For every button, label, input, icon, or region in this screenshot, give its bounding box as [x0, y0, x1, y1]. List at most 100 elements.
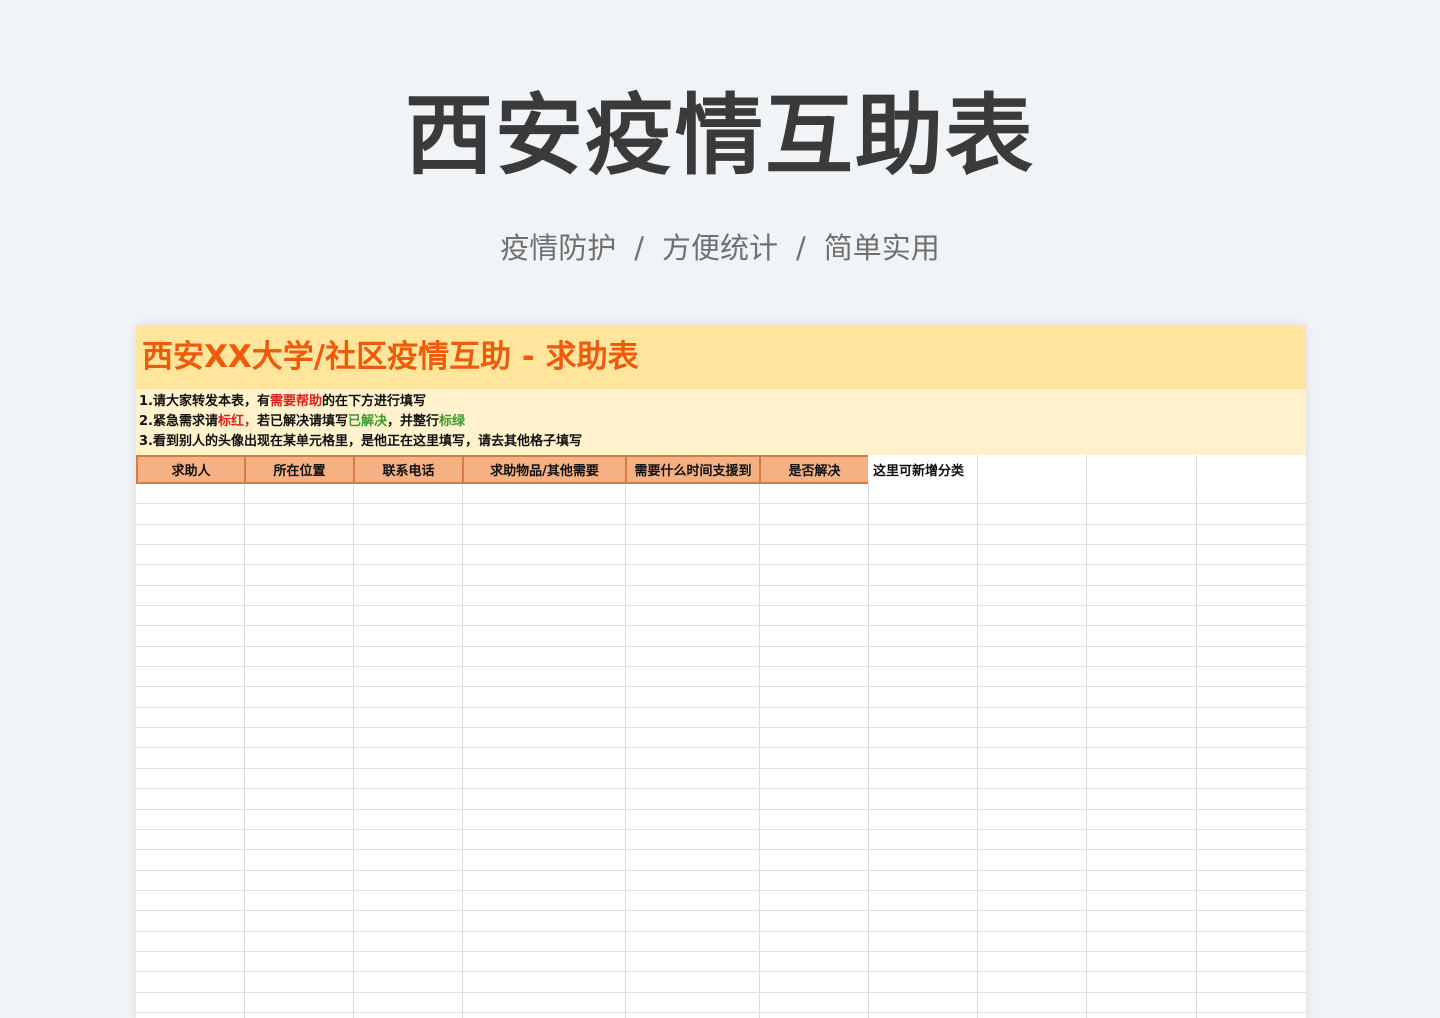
grid-cell[interactable]	[978, 606, 1087, 625]
grid-cell[interactable]	[1087, 667, 1197, 686]
grid-cell[interactable]	[136, 850, 245, 869]
grid-cell[interactable]	[1087, 911, 1197, 930]
grid-cell[interactable]	[869, 586, 978, 605]
grid-cell[interactable]	[1197, 647, 1306, 666]
grid-cell[interactable]	[978, 911, 1087, 930]
grid-cell[interactable]	[869, 687, 978, 706]
grid-cell[interactable]	[1197, 972, 1306, 991]
grid-cell[interactable]	[136, 871, 245, 890]
grid-cell[interactable]	[1087, 545, 1197, 564]
grid-cell[interactable]	[978, 728, 1087, 747]
grid-cell[interactable]	[354, 952, 463, 971]
grid-cell[interactable]	[760, 586, 869, 605]
grid-cell[interactable]	[245, 728, 354, 747]
grid-cell[interactable]	[1197, 748, 1306, 767]
grid-cell[interactable]	[1197, 830, 1306, 849]
grid-cell[interactable]	[245, 891, 354, 910]
grid-cell[interactable]	[354, 871, 463, 890]
grid-cell[interactable]	[136, 830, 245, 849]
grid-cell[interactable]	[1087, 769, 1197, 788]
grid-cell[interactable]	[760, 830, 869, 849]
grid-cell[interactable]	[760, 911, 869, 930]
grid-cell[interactable]	[760, 687, 869, 706]
grid-cell[interactable]	[1197, 667, 1306, 686]
grid-cell[interactable]	[136, 606, 245, 625]
grid-cell[interactable]	[869, 484, 978, 503]
grid-cell[interactable]	[626, 626, 760, 645]
grid-cell[interactable]	[626, 769, 760, 788]
grid-cell[interactable]	[1087, 972, 1197, 991]
grid-cell[interactable]	[760, 545, 869, 564]
grid-cell[interactable]	[869, 972, 978, 991]
grid-cell[interactable]	[626, 871, 760, 890]
grid-cell[interactable]	[978, 1013, 1087, 1018]
header-empty-cell[interactable]	[1087, 455, 1197, 484]
grid-cell[interactable]	[626, 810, 760, 829]
grid-cell[interactable]	[354, 504, 463, 523]
grid-cell[interactable]	[626, 972, 760, 991]
grid-cell[interactable]	[245, 850, 354, 869]
grid-cell[interactable]	[869, 708, 978, 727]
grid-cell[interactable]	[869, 789, 978, 808]
grid-cell[interactable]	[978, 810, 1087, 829]
grid-cell[interactable]	[354, 850, 463, 869]
grid-cell[interactable]	[463, 891, 626, 910]
grid-cell[interactable]	[354, 647, 463, 666]
grid-cell[interactable]	[869, 565, 978, 584]
grid-cell[interactable]	[354, 606, 463, 625]
grid-cell[interactable]	[463, 606, 626, 625]
grid-cell[interactable]	[463, 1013, 626, 1018]
grid-cell[interactable]	[463, 972, 626, 991]
grid-cell[interactable]	[1087, 871, 1197, 890]
grid-cell[interactable]	[1087, 728, 1197, 747]
grid-cell[interactable]	[1197, 769, 1306, 788]
grid-cell[interactable]	[978, 952, 1087, 971]
grid-cell[interactable]	[978, 626, 1087, 645]
grid-cell[interactable]	[978, 769, 1087, 788]
grid-cell[interactable]	[869, 891, 978, 910]
grid-cell[interactable]	[760, 993, 869, 1012]
grid-cell[interactable]	[463, 932, 626, 951]
grid-cell[interactable]	[463, 993, 626, 1012]
grid-cell[interactable]	[978, 545, 1087, 564]
grid-cell[interactable]	[463, 769, 626, 788]
header-empty-cell[interactable]	[1197, 455, 1306, 484]
grid-cell[interactable]	[463, 871, 626, 890]
grid-cell[interactable]	[245, 504, 354, 523]
grid-cell[interactable]	[760, 484, 869, 503]
grid-cell[interactable]	[1197, 932, 1306, 951]
grid-cell[interactable]	[978, 993, 1087, 1012]
grid-cell[interactable]	[136, 952, 245, 971]
grid-cell[interactable]	[760, 565, 869, 584]
grid-cell[interactable]	[463, 626, 626, 645]
grid-cell[interactable]	[1197, 565, 1306, 584]
grid-cell[interactable]	[136, 993, 245, 1012]
grid-cell[interactable]	[136, 626, 245, 645]
grid-cell[interactable]	[245, 810, 354, 829]
grid-cell[interactable]	[869, 769, 978, 788]
grid-cell[interactable]	[1087, 626, 1197, 645]
grid-cell[interactable]	[354, 830, 463, 849]
grid-cell[interactable]	[136, 525, 245, 544]
grid-cell[interactable]	[869, 932, 978, 951]
grid-cell[interactable]	[245, 748, 354, 767]
header-phone[interactable]: 联系电话	[353, 455, 464, 484]
grid-cell[interactable]	[354, 687, 463, 706]
grid-cell[interactable]	[136, 748, 245, 767]
grid-cell[interactable]	[136, 911, 245, 930]
header-location[interactable]: 所在位置	[244, 455, 355, 484]
grid-cell[interactable]	[978, 667, 1087, 686]
grid-cell[interactable]	[354, 586, 463, 605]
grid-cell[interactable]	[1087, 993, 1197, 1012]
grid-cell[interactable]	[760, 606, 869, 625]
grid-cell[interactable]	[869, 667, 978, 686]
grid-cell[interactable]	[978, 687, 1087, 706]
grid-cell[interactable]	[1087, 484, 1197, 503]
grid-cell[interactable]	[245, 687, 354, 706]
grid-cell[interactable]	[869, 911, 978, 930]
grid-cell[interactable]	[245, 484, 354, 503]
header-time-needed[interactable]: 需要什么时间支援到	[625, 455, 761, 484]
grid-cell[interactable]	[869, 830, 978, 849]
grid-cell[interactable]	[245, 647, 354, 666]
grid-cell[interactable]	[245, 606, 354, 625]
